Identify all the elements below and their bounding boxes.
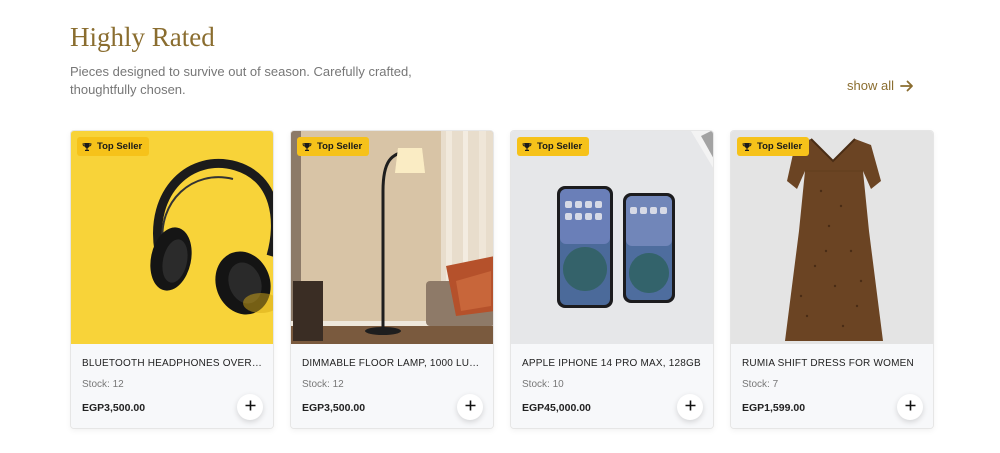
product-grid: Top Seller BLUETOOTH HEADPHONES OVER EAR…: [70, 130, 934, 429]
add-to-cart-button[interactable]: [677, 394, 703, 420]
product-name[interactable]: DIMMABLE FLOOR LAMP, 1000 LUMENS: [302, 358, 482, 369]
section-title: Highly Rated: [70, 22, 215, 52]
add-to-cart-button[interactable]: [457, 394, 483, 420]
product-info: RUMIA SHIFT DRESS FOR WOMEN Stock: 7 EGP…: [731, 344, 933, 428]
product-stock: Stock: 10: [522, 379, 564, 390]
product-stock: Stock: 12: [82, 379, 124, 390]
product-info: APPLE IPHONE 14 PRO MAX, 128GB Stock: 10…: [511, 344, 713, 428]
section-subtitle: Pieces designed to survive out of season…: [70, 64, 412, 97]
badge-label: Top Seller: [317, 141, 363, 152]
product-card[interactable]: Top Seller DIMMABLE FLOOR LAMP, 1000 LUM…: [290, 130, 494, 429]
badge-label: Top Seller: [537, 141, 583, 152]
product-name[interactable]: BLUETOOTH HEADPHONES OVER EAR: [82, 358, 262, 369]
top-seller-badge: Top Seller: [77, 137, 150, 156]
trophy-icon: [742, 142, 752, 152]
product-info: BLUETOOTH HEADPHONES OVER EAR Stock: 12 …: [71, 344, 273, 428]
badge-label: Top Seller: [757, 141, 803, 152]
trophy-icon: [522, 142, 532, 152]
product-info: DIMMABLE FLOOR LAMP, 1000 LUMENS Stock: …: [291, 344, 493, 428]
add-to-cart-button[interactable]: [237, 394, 263, 420]
top-seller-badge: Top Seller: [297, 137, 370, 156]
show-all-label: show all: [847, 78, 894, 93]
product-card[interactable]: Top Seller BLUETOOTH HEADPHONES OVER EAR…: [70, 130, 274, 429]
badge-label: Top Seller: [97, 141, 143, 152]
show-all-link[interactable]: show all: [847, 78, 914, 93]
product-name[interactable]: APPLE IPHONE 14 PRO MAX, 128GB: [522, 358, 702, 369]
plus-icon: [245, 398, 256, 416]
trophy-icon: [82, 142, 92, 152]
plus-icon: [685, 398, 696, 416]
arrow-right-icon: [900, 80, 914, 92]
trophy-icon: [302, 142, 312, 152]
plus-icon: [465, 398, 476, 416]
top-seller-badge: Top Seller: [517, 137, 590, 156]
product-card[interactable]: Top Seller RUMIA SHIFT DRESS FOR WOMEN S…: [730, 130, 934, 429]
product-price: EGP3,500.00: [302, 402, 366, 414]
product-price: EGP45,000.00: [522, 402, 591, 414]
product-name[interactable]: RUMIA SHIFT DRESS FOR WOMEN: [742, 358, 922, 369]
product-price: EGP1,599.00: [742, 402, 806, 414]
product-image-dress[interactable]: Top Seller: [731, 131, 933, 344]
product-image-headphones[interactable]: Top Seller: [71, 131, 273, 344]
product-image-iphones[interactable]: Top Seller: [511, 131, 713, 344]
product-price: EGP3,500.00: [82, 402, 146, 414]
product-stock: Stock: 7: [742, 379, 779, 390]
product-stock: Stock: 12: [302, 379, 344, 390]
top-seller-badge: Top Seller: [737, 137, 810, 156]
product-card[interactable]: Top Seller APPLE IPHONE 14 PRO MAX, 128G…: [510, 130, 714, 429]
plus-icon: [905, 398, 916, 416]
add-to-cart-button[interactable]: [897, 394, 923, 420]
product-image-floor-lamp[interactable]: Top Seller: [291, 131, 493, 344]
